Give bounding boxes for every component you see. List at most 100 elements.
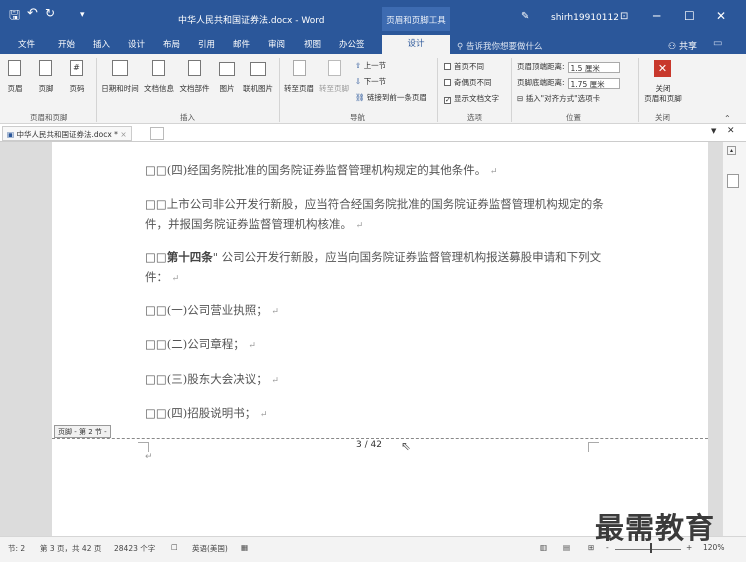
footer-button[interactable]: 页脚	[33, 84, 59, 94]
online-picture-button[interactable]: 联机图片	[240, 84, 276, 94]
customize-qat-icon[interactable]: ▾	[80, 10, 85, 20]
close-window-icon[interactable]: ✕	[716, 9, 726, 23]
tab-mailings[interactable]: 邮件	[233, 38, 250, 50]
paragraph[interactable]: □□(一)公司营业执照； ↵	[145, 300, 605, 322]
footer-position-spinner[interactable]: 1.75 厘米	[567, 78, 620, 89]
edit-icon[interactable]: ✎	[521, 11, 529, 22]
next-label: 下一节	[363, 77, 387, 86]
checkbox-unchecked	[444, 79, 451, 86]
goto-footer-icon	[328, 60, 341, 76]
tab-hf-design-active[interactable]: 设计	[382, 35, 450, 54]
save-icon[interactable]: 🖫	[9, 6, 20, 28]
tab-list-dropdown-icon[interactable]: ▼	[711, 127, 716, 135]
link-previous-label: 链接到前一条页眉	[366, 93, 427, 102]
share-label: 共享	[678, 42, 697, 52]
group-label-hf: 页眉和页脚	[30, 113, 68, 122]
new-tab-button[interactable]	[150, 127, 164, 140]
document-tab-close[interactable]: ×	[120, 130, 126, 139]
tab-review[interactable]: 审阅	[268, 38, 285, 50]
doc-info-button[interactable]: 文档信息	[142, 84, 176, 94]
margin-corner-mark	[138, 442, 149, 452]
doc-parts-icon	[188, 60, 201, 76]
paragraph[interactable]: □□(二)公司章程； ↵	[145, 334, 605, 356]
tab-design[interactable]: 设计	[128, 38, 145, 50]
paragraph-text: □□(二)公司章程；	[145, 337, 245, 351]
scroll-up-arrow[interactable]: ▴	[727, 146, 736, 155]
page-number-button[interactable]: 页码	[64, 84, 90, 94]
goto-header-button[interactable]: 转至页眉	[282, 84, 316, 94]
paragraph-mark: ↵	[271, 307, 279, 317]
print-layout-icon[interactable]: ▤	[563, 543, 570, 552]
tab-layout[interactable]: 布局	[163, 38, 180, 50]
ribbon-tabs: 文件 开始 插入 设计 布局 引用 邮件 审阅 视图 办公签 设计	[0, 32, 746, 54]
group-separator	[279, 58, 280, 122]
user-name[interactable]: shirh19910112	[551, 13, 619, 23]
document-tab-name: 中华人民共和国证券法.docx *	[16, 130, 118, 139]
next-section-button[interactable]: ⇩ 下一节	[355, 76, 386, 87]
header-from-top-label: 页眉顶端距离:	[517, 62, 565, 71]
align-tab-icon: ⊟	[517, 94, 524, 103]
goto-footer-button[interactable]: 转至页脚	[317, 84, 351, 94]
minimize-icon[interactable]: ─	[653, 9, 660, 23]
close-hf-button[interactable]: 关闭 页眉和页脚	[640, 84, 686, 104]
group-separator	[638, 58, 639, 122]
calendar-icon	[112, 60, 128, 76]
collapse-ribbon-icon[interactable]: ⌃	[724, 114, 731, 123]
diff-odd-even-label: 奇偶页不同	[454, 78, 492, 87]
proofing-icon[interactable]: ☐	[171, 543, 178, 552]
share-button[interactable]: ⚇ 共享	[668, 39, 697, 52]
diff-odd-even-checkbox[interactable]: 奇偶页不同	[444, 77, 492, 88]
link-previous-button[interactable]: ⛓ 链接到前一条页眉	[355, 92, 427, 103]
paragraph[interactable]: □□(三)股东大会决议； ↵	[145, 369, 605, 391]
ribbon-display-options-icon[interactable]: ⊡	[620, 11, 628, 22]
paragraph-text: " 公司公开发行新股，应当向国务院证券监督管理机构报送募股申请和下列文件：	[145, 250, 602, 284]
status-section[interactable]: 节: 2	[8, 543, 25, 554]
diff-first-label: 首页不同	[454, 62, 484, 71]
header-icon	[8, 60, 21, 76]
maximize-icon[interactable]: ☐	[684, 9, 695, 23]
paragraph-text: □□上市公司非公开发行新股，应当符合经国务院批准的国务院证券监督管理机构规定的条…	[145, 197, 604, 231]
group-separator	[96, 58, 97, 122]
goto-header-icon	[293, 60, 306, 76]
status-language[interactable]: 英语(美国)	[192, 543, 228, 554]
document-tab[interactable]: ▣ 中华人民共和国证券法.docx * ×	[2, 126, 132, 141]
doc-parts-button[interactable]: 文档部件	[177, 84, 212, 94]
datetime-button[interactable]: 日期和时间	[99, 84, 141, 94]
comment-icon[interactable]: ▭	[713, 38, 722, 49]
undo-icon[interactable]: ↶	[27, 6, 38, 21]
status-page[interactable]: 第 3 页，共 42 页	[40, 543, 101, 554]
tab-references[interactable]: 引用	[198, 38, 215, 50]
web-layout-icon[interactable]: ⊞	[588, 543, 594, 552]
page[interactable]: □□(四)经国务院批准的国务院证券监督管理机构规定的其他条件。 ↵ □□上市公司…	[52, 142, 708, 536]
paragraph-text: □□(一)公司营业执照；	[145, 303, 268, 317]
tab-view[interactable]: 视图	[304, 38, 321, 50]
tab-office-sign[interactable]: 办公签	[339, 38, 365, 50]
picture-button[interactable]: 图片	[214, 84, 240, 94]
paragraph[interactable]: □□(四)经国务院批准的国务院证券监督管理机构规定的其他条件。 ↵	[145, 160, 605, 182]
macro-icon[interactable]: ▦	[241, 543, 248, 552]
tab-file[interactable]: 文件	[18, 38, 35, 50]
previous-section-button[interactable]: ⇧ 上一节	[355, 60, 386, 71]
paragraph-text: □□(四)招股说明书；	[145, 406, 257, 420]
footer-page-number[interactable]: 3 / 42	[356, 440, 382, 450]
insert-align-tab-button[interactable]: ⊟ 插入"对齐方式"选项卡	[517, 93, 600, 104]
redo-icon[interactable]: ↻	[45, 6, 55, 20]
close-document-icon[interactable]: ✕	[727, 126, 735, 136]
paragraph[interactable]: □□(四)招股说明书； ↵	[145, 403, 605, 425]
header-position-spinner[interactable]: 1.5 厘米	[567, 62, 620, 73]
tell-me-search[interactable]: ⚲ 告诉我你想要做什么	[457, 40, 542, 52]
show-doc-text-checkbox[interactable]: ✓ 显示文档文字	[444, 93, 499, 104]
read-mode-icon[interactable]: ▥	[540, 543, 547, 552]
tab-insert[interactable]: 插入	[93, 38, 110, 50]
ribbon: 页眉 页脚 # 页码 页眉和页脚 日期和时间 文档信息 文档部件 图片 联机图片…	[0, 54, 746, 124]
vertical-scrollbar[interactable]: ▴	[722, 142, 746, 536]
zoom-slider[interactable]	[615, 549, 681, 550]
paragraph[interactable]: □□第十四条" 公司公开发行新股，应当向国务院证券监督管理机构报送募股申请和下列…	[145, 247, 605, 289]
tab-home[interactable]: 开始	[58, 38, 75, 50]
status-words[interactable]: 28423 个字	[114, 543, 155, 554]
diff-first-page-checkbox[interactable]: 首页不同	[444, 61, 484, 72]
paragraph[interactable]: □□上市公司非公开发行新股，应当符合经国务院批准的国务院证券监督管理机构规定的条…	[145, 194, 605, 236]
scroll-thumb[interactable]	[727, 174, 739, 188]
article-heading: 第十四条	[166, 250, 213, 264]
header-button[interactable]: 页眉	[2, 84, 28, 94]
